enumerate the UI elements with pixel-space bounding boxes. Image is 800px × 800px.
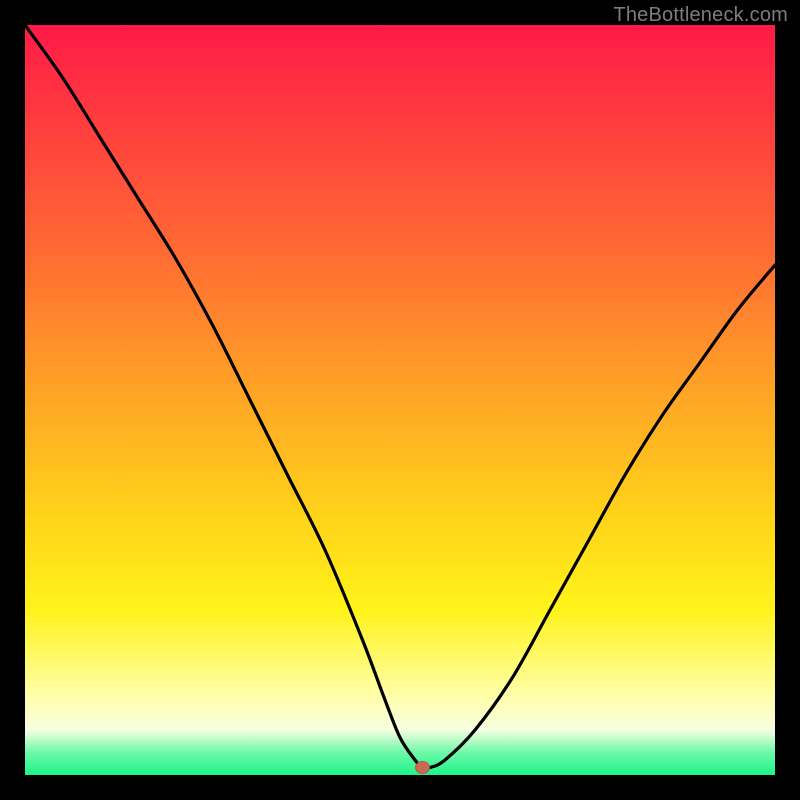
bottleneck-curve xyxy=(25,25,775,775)
chart-plot-area xyxy=(25,25,775,775)
watermark-label: TheBottleneck.com xyxy=(613,4,788,27)
minimum-marker xyxy=(416,762,430,774)
chart-frame: TheBottleneck.com xyxy=(0,0,800,800)
